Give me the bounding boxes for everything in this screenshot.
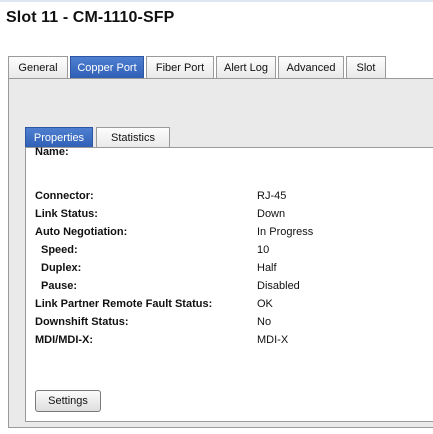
subtab-statistics[interactable]: Statistics <box>96 127 170 148</box>
tab-advanced[interactable]: Advanced <box>278 56 344 78</box>
subtab-properties[interactable]: Properties <box>25 127 93 148</box>
tab-alert-log[interactable]: Alert Log <box>216 56 276 78</box>
tab-general[interactable]: General <box>8 56 68 78</box>
tab-fiber-port[interactable]: Fiber Port <box>146 56 214 78</box>
connector-value: RJ-45 <box>257 190 287 202</box>
mdi-label: MDI/MDI-X: <box>35 334 94 346</box>
speed-value: 10 <box>257 244 270 256</box>
auto-negotiation-value: In Progress <box>257 226 314 238</box>
link-status-value: Down <box>257 208 286 220</box>
duplex-label: Duplex: <box>41 262 82 274</box>
tab-copper-port[interactable]: Copper Port <box>70 56 144 78</box>
remote-fault-label: Link Partner Remote Fault Status: <box>35 298 213 310</box>
link-status-label: Link Status: <box>35 208 98 220</box>
name-label: Name: <box>35 146 69 158</box>
downshift-value: No <box>257 316 272 328</box>
properties-panel <box>25 147 433 422</box>
connector-label: Connector: <box>35 190 94 202</box>
mdi-value: MDI-X <box>257 334 289 346</box>
settings-button[interactable]: Settings <box>35 390 101 412</box>
tab-slot[interactable]: Slot <box>346 56 386 78</box>
auto-negotiation-label: Auto Negotiation: <box>35 226 128 238</box>
page-title: Slot 11 - CM-1110-SFP <box>6 9 175 26</box>
remote-fault-value: OK <box>257 298 273 310</box>
main-tabbar: General Copper Port Fiber Port Alert Log… <box>8 56 433 79</box>
top-divider <box>0 0 433 2</box>
pause-value: Disabled <box>257 280 300 292</box>
downshift-label: Downshift Status: <box>35 316 129 328</box>
pause-label: Pause: <box>41 280 78 292</box>
speed-label: Speed: <box>41 244 78 256</box>
duplex-value: Half <box>257 262 277 274</box>
